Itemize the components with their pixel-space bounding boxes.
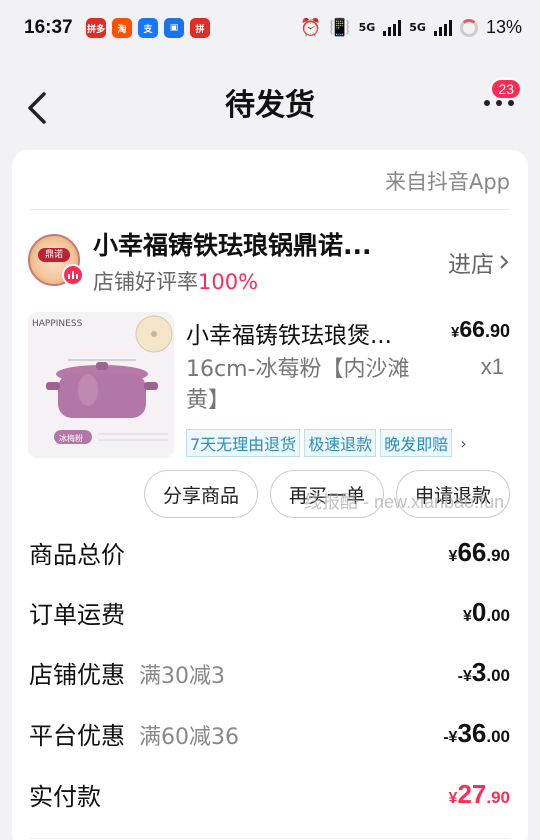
product-price: ¥66.90 bbox=[451, 316, 510, 342]
shipping-amount: ¥0.00 bbox=[462, 596, 510, 627]
taobao-app-icon: 淘 bbox=[112, 18, 132, 38]
vibrate-icon: 📳 bbox=[329, 17, 351, 38]
notification-app-icons: 拼多 淘 支 ▣ 拼 bbox=[86, 18, 210, 38]
product-brand-text: HAPPINESS bbox=[32, 319, 83, 329]
system-indicators: ⏰ 📳 5G 5G 13% bbox=[300, 17, 522, 38]
summary-row-shipping: 订单运费 ¥0.00 bbox=[29, 596, 510, 629]
signal-5g-label: 5G bbox=[358, 21, 376, 34]
order-card: 来自抖音App 鼎诺 小幸福铸铁珐琅锅鼎诺... 店铺好评率100% 进店 HA… bbox=[12, 150, 528, 840]
page-header: 待发货 23 bbox=[0, 70, 540, 140]
tag-7day-return: 7天无理由退货 bbox=[186, 429, 301, 457]
live-indicator-icon bbox=[62, 264, 84, 286]
signal-bars-icon bbox=[383, 19, 402, 36]
action-buttons: 分享商品 再买一单 申请退款 bbox=[143, 470, 510, 518]
summary-row-platform-discount: 平台优惠 满60减36 -¥36.00 bbox=[29, 717, 510, 750]
product-quantity: x1 bbox=[480, 354, 504, 379]
shop-rating: 店铺好评率100% bbox=[93, 266, 258, 296]
product-image[interactable]: HAPPINESS 冰梅粉 bbox=[28, 312, 174, 458]
status-bar: 16:37 拼多 淘 支 ▣ 拼 ⏰ 📳 5G 5G 13% bbox=[0, 0, 540, 58]
enter-shop-label: 进店 bbox=[448, 252, 494, 278]
request-refund-button[interactable]: 申请退款 bbox=[395, 470, 510, 518]
tag-late-compensation: 晚发即赔 bbox=[380, 429, 453, 457]
rebuy-button[interactable]: 再买一单 bbox=[269, 470, 384, 518]
signal-5g-label-2: 5G bbox=[409, 21, 426, 34]
chevron-right-icon[interactable]: › bbox=[460, 434, 466, 453]
app-icon: ▣ bbox=[164, 18, 184, 38]
divider bbox=[30, 209, 510, 210]
goods-total-amount: ¥66.90 bbox=[448, 536, 510, 567]
product-spec: 16cm-冰莓粉【内沙滩黄】 bbox=[186, 357, 410, 413]
shop-logo: 鼎诺 bbox=[38, 248, 70, 262]
shop-discount-amount: -¥3.00 bbox=[457, 656, 510, 687]
shop-avatar[interactable]: 鼎诺 bbox=[28, 234, 84, 286]
service-tags[interactable]: 7天无理由退货 极速退款 晚发即赔 › bbox=[186, 429, 467, 457]
shop-rating-label: 店铺好评率 bbox=[93, 270, 198, 294]
summary-row-shop-discount: 店铺优惠 满30减3 -¥3.00 bbox=[29, 656, 510, 689]
notification-badge: 23 bbox=[490, 78, 522, 100]
platform-discount-amount: -¥36.00 bbox=[443, 717, 510, 748]
page-title: 待发货 bbox=[225, 88, 315, 123]
paid-amount: ¥27.90 bbox=[448, 778, 510, 809]
battery-level: 13% bbox=[485, 17, 522, 37]
share-product-button[interactable]: 分享商品 bbox=[143, 470, 258, 518]
enamel-pot-illustration: HAPPINESS 冰梅粉 bbox=[28, 312, 174, 458]
divider bbox=[30, 838, 510, 839]
tag-fast-refund: 极速退款 bbox=[304, 429, 377, 457]
pinduoduo-app-icon: 拼多 bbox=[86, 18, 106, 38]
order-source: 来自抖音App bbox=[384, 170, 510, 194]
battery-icon bbox=[459, 18, 478, 37]
signal-bars-icon-2 bbox=[433, 19, 452, 36]
product-color-label: 冰梅粉 bbox=[59, 433, 83, 443]
status-time: 16:37 bbox=[24, 17, 73, 38]
alipay-app-icon: 支 bbox=[138, 18, 158, 38]
chevron-right-icon bbox=[500, 255, 509, 269]
shop-rating-value: 100% bbox=[198, 270, 259, 294]
enter-shop-button[interactable]: 进店 bbox=[448, 245, 510, 279]
shop-name[interactable]: 小幸福铸铁珐琅锅鼎诺... bbox=[93, 226, 423, 262]
product-title[interactable]: 小幸福铸铁珐琅煲... bbox=[186, 316, 426, 350]
alarm-icon: ⏰ bbox=[300, 17, 322, 38]
pinduoduo-app-icon-2: 拼 bbox=[190, 18, 210, 38]
summary-row-goods-total: 商品总价 ¥66.90 bbox=[29, 536, 510, 569]
summary-row-paid: 实付款 ¥27.90 bbox=[29, 778, 510, 811]
